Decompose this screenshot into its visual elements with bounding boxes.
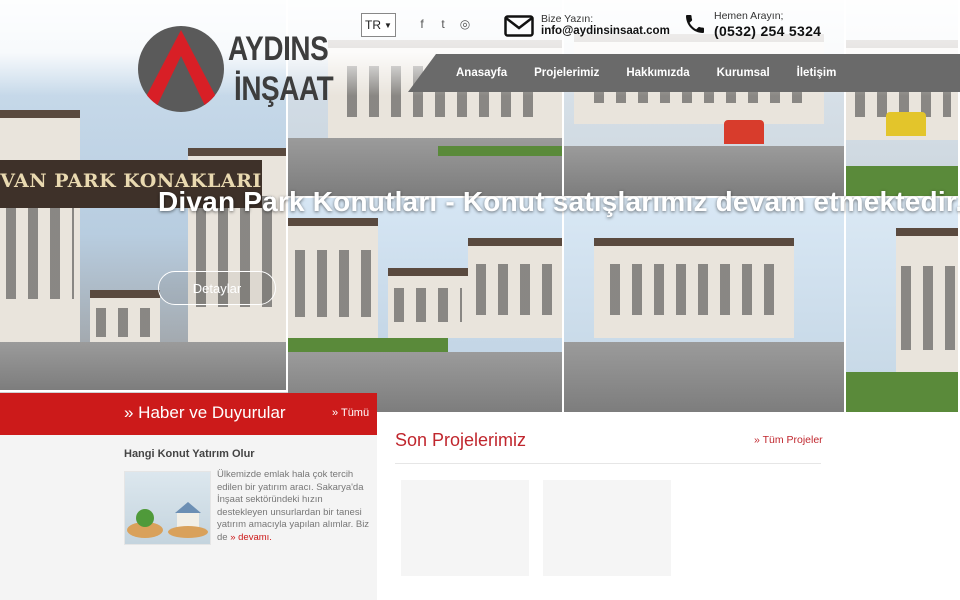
logo-text-line1: AYDINS (228, 30, 329, 68)
facebook-icon[interactable]: f (415, 17, 429, 31)
phone-number[interactable]: (0532) 254 5324 (714, 23, 821, 39)
nav-item-hakkimizda[interactable]: Hakkımızda (626, 67, 689, 79)
main-navigation: Anasayfa Projelerimiz Hakkımızda Kurumsa… (456, 54, 863, 92)
projects-all-link[interactable]: » Tüm Projeler (754, 434, 823, 446)
news-item-image[interactable] (124, 471, 211, 545)
logo-text-line2: İNŞAAT (234, 70, 334, 108)
news-read-more-link[interactable]: » devamı. (230, 532, 272, 543)
projects-divider (395, 463, 821, 464)
slider-photo-6 (564, 198, 846, 414)
slider-photo-5 (288, 198, 564, 414)
instagram-icon[interactable]: ◎ (458, 17, 472, 31)
nav-item-iletisim[interactable]: İletişim (797, 67, 837, 79)
twitter-icon[interactable]: t (436, 17, 450, 31)
envelope-icon (504, 15, 534, 37)
projects-heading: Son Projelerimiz (395, 430, 527, 450)
news-item-title[interactable]: Hangi Konut Yatırım Olur (124, 448, 255, 460)
site-logo[interactable]: AYDINS İNŞAAT (138, 26, 334, 112)
language-select[interactable]: TR ▼ (361, 13, 396, 37)
nav-item-kurumsal[interactable]: Kurumsal (717, 67, 770, 79)
language-selected-value: TR (365, 18, 382, 32)
project-card[interactable] (543, 480, 671, 576)
slide-title: Divan Park Konutları - Konut satışlarımı… (158, 186, 960, 217)
slider-photo-7 (846, 198, 960, 414)
details-button[interactable]: Detaylar (158, 271, 276, 305)
nav-item-projelerimiz[interactable]: Projelerimiz (534, 67, 599, 79)
nav-item-anasayfa[interactable]: Anasayfa (456, 67, 507, 79)
email-label: Bize Yazın: (541, 13, 594, 25)
phone-label: Hemen Arayın; (714, 10, 784, 22)
chevron-down-icon: ▼ (384, 20, 392, 30)
logo-emblem (138, 26, 224, 112)
phone-icon (686, 15, 704, 33)
project-card[interactable] (401, 480, 529, 576)
news-item-text: Ülkemizde emlak hala çok tercih edilen b… (217, 469, 373, 545)
email-link[interactable]: info@aydinsinsaat.com (541, 25, 670, 37)
news-heading: » Haber ve Duyurular (124, 403, 286, 422)
news-all-link[interactable]: » Tümü (332, 407, 369, 419)
